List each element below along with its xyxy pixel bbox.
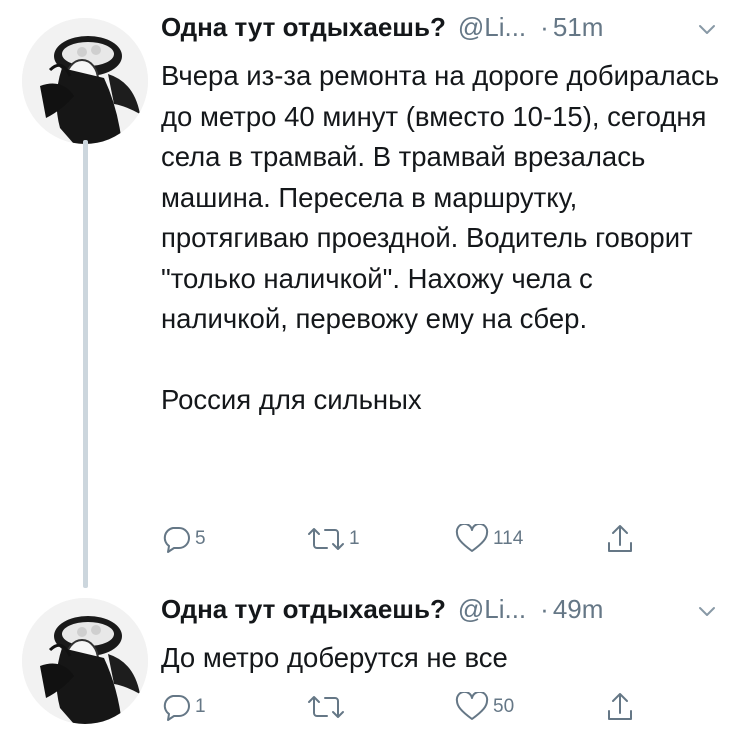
share-button[interactable] — [605, 522, 635, 556]
display-name[interactable]: Одна тут отдыхаешь? — [161, 594, 446, 625]
timestamp[interactable]: 49m — [553, 594, 604, 625]
avatar[interactable] — [22, 18, 148, 144]
tweet-paragraph: Вчера из-за ремонта на дороге добиралась… — [161, 60, 720, 334]
tweet-header: Одна тут отдыхаешь? @Li... · 49m — [161, 594, 603, 634]
tweet-paragraph: До метро доберутся не все — [161, 642, 508, 673]
reply-button[interactable]: 5 — [161, 522, 206, 556]
display-name[interactable]: Одна тут отдыхаешь? — [161, 12, 446, 43]
share-button[interactable] — [605, 690, 635, 724]
chevron-down-icon[interactable] — [698, 24, 716, 36]
avatar-image — [22, 598, 148, 724]
share-icon — [608, 525, 632, 552]
retweet-count: 1 — [349, 528, 360, 549]
like-count: 114 — [493, 528, 524, 549]
tweet-actions: 1 50 — [161, 690, 661, 724]
retweet-button[interactable] — [307, 690, 349, 724]
tweet-1[interactable]: Одна тут отдыхаешь? @Li... · 51m Вчера и… — [0, 0, 750, 590]
chevron-down-icon[interactable] — [698, 606, 716, 618]
separator-dot: · — [540, 594, 549, 624]
username-handle[interactable]: @Li... — [458, 12, 526, 43]
like-button[interactable]: 50 — [455, 690, 514, 724]
reply-count: 5 — [195, 528, 206, 549]
reply-count: 1 — [195, 696, 206, 717]
share-icon — [608, 693, 632, 720]
like-count: 50 — [493, 696, 515, 717]
avatar[interactable] — [22, 598, 148, 724]
reply-button[interactable]: 1 — [161, 690, 206, 724]
username-handle[interactable]: @Li... — [458, 594, 526, 625]
retweet-icon — [308, 528, 344, 550]
separator-dot: · — [540, 12, 549, 42]
retweet-button[interactable]: 1 — [307, 522, 360, 556]
tweet-2[interactable]: Одна тут отдыхаешь? @Li... · 49m До метр… — [0, 590, 750, 738]
tweet-actions: 5 1 114 — [161, 522, 661, 556]
reply-icon — [163, 527, 190, 553]
retweet-icon — [308, 696, 344, 718]
avatar-image — [22, 18, 148, 144]
heart-icon — [455, 692, 489, 720]
tweet-text: До метро доберутся не все — [161, 638, 721, 679]
timestamp[interactable]: 51m — [553, 12, 604, 43]
tweet-text: Вчера из-за ремонта на дороге добиралась… — [161, 56, 721, 420]
heart-icon — [455, 524, 489, 552]
tweet-paragraph: Россия для сильных — [161, 383, 422, 415]
reply-icon — [163, 695, 190, 721]
like-button[interactable]: 114 — [455, 522, 523, 556]
thread-line — [83, 140, 88, 588]
tweet-header: Одна тут отдыхаешь? @Li... · 51m — [161, 12, 603, 52]
